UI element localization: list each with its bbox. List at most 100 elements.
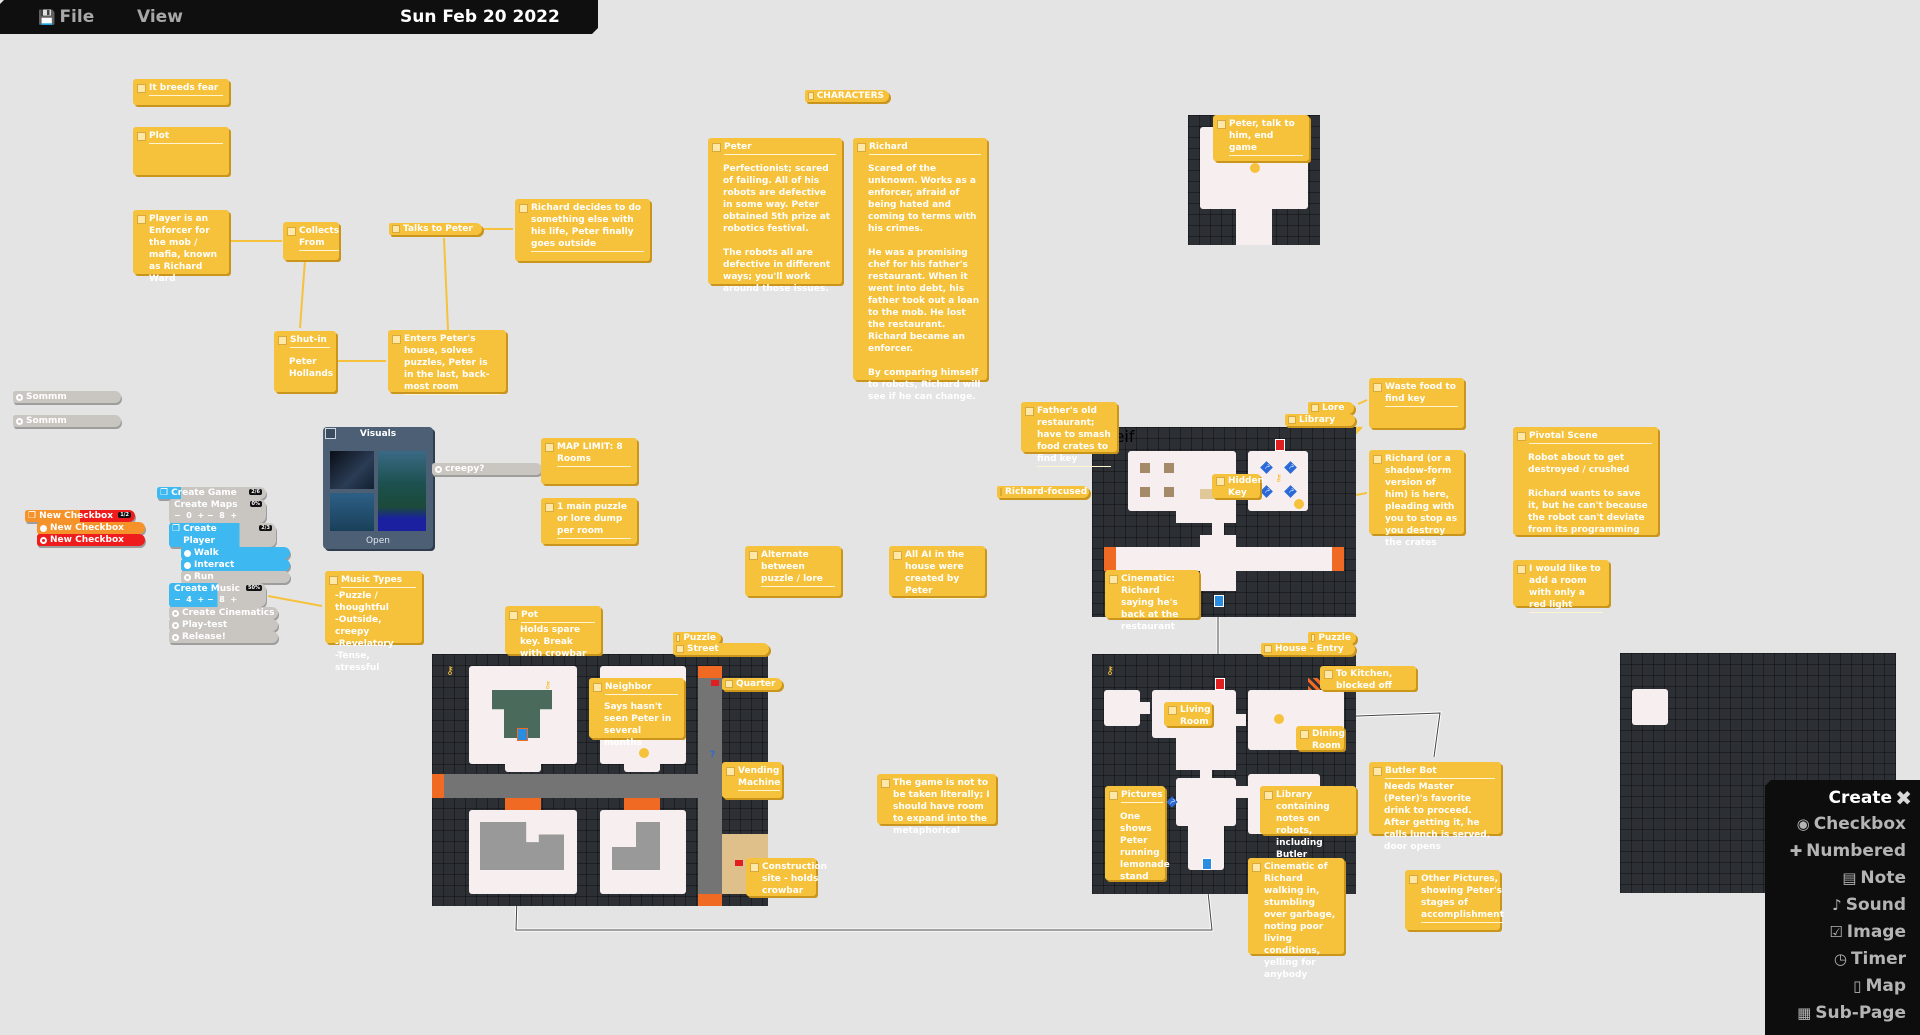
note-to-kitchen[interactable]: To Kitchen, blocked off xyxy=(1320,666,1416,691)
note-checkbox[interactable] xyxy=(1288,416,1296,424)
checkbox-interact[interactable]: Interact xyxy=(181,559,290,571)
note-enters-house[interactable]: Enters Peter's house, solves puzzles, Pe… xyxy=(388,330,506,395)
note-not-literal[interactable]: The game is not to be taken literally; I… xyxy=(877,774,996,836)
checkbox-sommm-2[interactable]: Sommm xyxy=(13,415,121,427)
note-checkbox[interactable] xyxy=(712,143,721,152)
checkbox-create-cinematics[interactable]: Create Cinematics xyxy=(169,607,278,619)
note-checkbox[interactable] xyxy=(1025,407,1034,416)
create-note-button[interactable]: ▤ Note xyxy=(1765,868,1906,888)
note-checkbox[interactable] xyxy=(392,225,400,233)
locked-door-icon[interactable] xyxy=(1215,678,1225,690)
note-checkbox[interactable] xyxy=(1517,565,1526,574)
note-checkbox[interactable] xyxy=(509,611,518,620)
note-alternate[interactable]: Alternate between puzzle / lore xyxy=(745,546,841,596)
note-checkbox[interactable] xyxy=(1409,875,1418,884)
note-checkbox[interactable] xyxy=(1252,863,1261,872)
note-checkbox[interactable] xyxy=(1109,575,1118,584)
door-icon[interactable] xyxy=(517,728,528,741)
note-other-pictures[interactable]: Other Pictures, showing Peter's stages o… xyxy=(1405,870,1504,930)
note-checkbox[interactable] xyxy=(1264,791,1273,800)
note-checkbox[interactable] xyxy=(750,863,759,872)
checkbox-group-create-game[interactable]: ❐ Create Game 2/6 xyxy=(157,487,266,499)
note-checkbox[interactable] xyxy=(593,683,602,692)
note-vending-machine[interactable]: Vending Machine xyxy=(722,762,782,798)
note-richard-character[interactable]: Richard Scared of the unknown. Works as a… xyxy=(853,138,987,402)
decrement-button[interactable]: − xyxy=(174,595,181,604)
tag-library[interactable]: Library xyxy=(1285,414,1355,426)
note-dining-room[interactable]: Dining Room xyxy=(1296,726,1345,751)
subpage-visuals[interactable]: Visuals Open xyxy=(323,427,433,549)
note-checkbox[interactable] xyxy=(1000,488,1002,496)
tag-talks-to-peter[interactable]: Talks to Peter xyxy=(389,223,482,235)
close-icon[interactable]: ✖ xyxy=(1895,786,1912,810)
note-checkbox[interactable] xyxy=(137,132,146,141)
file-menu[interactable]: 💾 File xyxy=(38,7,94,27)
create-subpage-button[interactable]: ▦ Sub-Page xyxy=(1765,1003,1906,1023)
note-one-puzzle[interactable]: 1 main puzzle or lore dump per room xyxy=(541,498,637,544)
note-player-enforcer[interactable]: Player is an Enforcer for the mob / mafi… xyxy=(133,210,229,284)
note-richard-decides[interactable]: Richard decides to do something else wit… xyxy=(515,199,650,261)
create-sound-button[interactable]: ♪ Sound xyxy=(1765,895,1906,915)
tag-characters[interactable]: CHARACTERS xyxy=(805,90,889,102)
checkbox-new-checkbox-1[interactable]: New Checkbox xyxy=(37,522,145,534)
create-map-button[interactable]: ▯ Map xyxy=(1765,976,1906,996)
note-checkbox[interactable] xyxy=(278,336,287,345)
note-checkbox[interactable] xyxy=(329,576,338,585)
create-timer-button[interactable]: ◷ Timer xyxy=(1765,949,1906,969)
note-checkbox[interactable] xyxy=(857,143,866,152)
checkbox-sommm-1[interactable]: Sommm xyxy=(13,391,121,403)
note-map-limit[interactable]: MAP LIMIT: 8 Rooms xyxy=(541,438,637,484)
note-checkbox[interactable] xyxy=(893,551,902,560)
note-peter-character[interactable]: Peter Perfectionist; scared of failing. A… xyxy=(708,138,842,294)
view-menu[interactable]: View xyxy=(137,7,183,27)
decrement-button[interactable]: − xyxy=(174,511,181,520)
increment-button[interactable]: + xyxy=(197,595,204,604)
note-fathers-restaurant[interactable]: Father's old restaurant; have to smash f… xyxy=(1021,402,1117,467)
note-red-light-room[interactable]: I would like to add a room with only a r… xyxy=(1513,560,1609,613)
note-collects-from[interactable]: Collects From xyxy=(283,222,340,260)
note-checkbox[interactable] xyxy=(881,779,890,788)
note-checkbox[interactable] xyxy=(1264,645,1272,653)
checkbox-play-test[interactable]: Play-test xyxy=(169,619,278,631)
note-pot[interactable]: Pot Holds spare key. Break with crowbar xyxy=(505,606,601,659)
note-checkbox[interactable] xyxy=(1324,670,1333,679)
note-waste-food[interactable]: Waste food to find key xyxy=(1369,378,1464,428)
note-living-room[interactable]: Living Room xyxy=(1164,702,1212,727)
tag-lore[interactable]: Lore xyxy=(1308,402,1354,414)
note-checkbox[interactable] xyxy=(545,503,554,512)
entry-door-icon[interactable] xyxy=(1202,858,1212,870)
checkbox-creepy[interactable]: creepy? xyxy=(432,463,542,475)
note-checkbox[interactable] xyxy=(676,645,684,653)
checkbox-new-checkbox-2[interactable]: New Checkbox xyxy=(37,534,145,546)
note-music-types[interactable]: Music Types -Puzzle / thoughtful -Outside… xyxy=(325,571,422,673)
note-checkbox[interactable] xyxy=(1311,404,1319,412)
entry-door-icon[interactable] xyxy=(1214,595,1224,607)
note-checkbox[interactable] xyxy=(287,227,296,236)
checkbox-group-player-mechanics[interactable]: ❐Create Player Mechanics2/3 xyxy=(169,523,276,558)
note-checkbox[interactable] xyxy=(726,767,735,776)
tag-quarter[interactable]: Quarter xyxy=(722,678,782,690)
subpage-open-button[interactable]: Open xyxy=(323,536,433,546)
note-pivotal-scene[interactable]: Pivotal Scene Robot about to get destroye… xyxy=(1513,427,1658,535)
note-checkbox[interactable] xyxy=(392,335,401,344)
note-checkbox[interactable] xyxy=(1216,477,1225,486)
note-checkbox[interactable] xyxy=(1373,767,1382,776)
note-plot[interactable]: Plot xyxy=(133,127,229,175)
increment-button[interactable]: + xyxy=(197,511,204,520)
note-checkbox[interactable] xyxy=(1168,706,1177,715)
note-checkbox[interactable] xyxy=(1217,120,1226,129)
note-checkbox[interactable] xyxy=(1517,432,1526,441)
checkbox-run[interactable]: Run xyxy=(181,571,290,583)
note-checkbox[interactable] xyxy=(137,215,146,224)
note-checkbox[interactable] xyxy=(1109,791,1118,800)
note-library-house[interactable]: Library containing notes on robots, incl… xyxy=(1260,786,1356,860)
tag-richard-focused[interactable]: Richard-focused xyxy=(997,486,1089,498)
note-pictures[interactable]: Pictures One shows Peter running lemonade… xyxy=(1105,786,1170,882)
checkbox-walk[interactable]: Walk xyxy=(181,547,290,559)
note-cinematic-house[interactable]: Cinematic of Richard walking in, stumbli… xyxy=(1248,858,1344,980)
note-checkbox[interactable] xyxy=(725,680,733,688)
note-butler-bot[interactable]: Butler Bot Needs Master (Peter)'s favorit… xyxy=(1369,762,1501,852)
note-neighbor[interactable]: Neighbor Says hasn't seen Peter in severa… xyxy=(589,678,684,748)
numbered-create-maps[interactable]: Create Maps − 0 + − 8 +0% xyxy=(169,499,266,523)
note-richard-pleading[interactable]: Richard (or a shadow-form version of him… xyxy=(1369,450,1464,548)
